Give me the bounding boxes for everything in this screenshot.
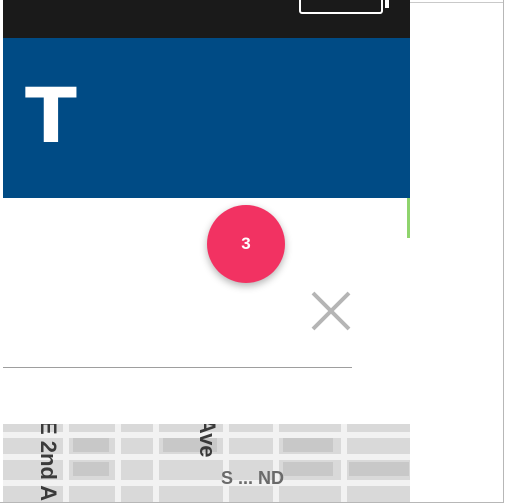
map-view[interactable]: E 2nd A Ave S ... ND [3, 424, 410, 502]
map-block [283, 462, 333, 476]
map-street-label: S ... ND [221, 468, 285, 488]
map-street-label: Ave [195, 424, 220, 458]
map-road [341, 424, 347, 502]
accent-sliver [407, 198, 410, 238]
app-bar-title: T [25, 71, 77, 160]
map-block [73, 438, 109, 452]
status-bar [3, 0, 410, 38]
divider-line [410, 2, 503, 3]
map-street-label: E 2nd A [36, 424, 61, 502]
map-road [63, 424, 69, 502]
map-block [73, 462, 109, 476]
close-icon [311, 291, 351, 331]
close-button[interactable] [307, 287, 355, 335]
app-bar: T [3, 38, 410, 198]
map-road [223, 424, 229, 502]
count-badge[interactable]: 3 [207, 205, 285, 283]
map-road [115, 424, 121, 502]
screenshot-frame: T E 2nd A Ave S ... ND 3 [0, 0, 504, 503]
map-road [153, 424, 159, 502]
map-block [349, 462, 409, 476]
phone-screen: T E 2nd A Ave S ... ND [3, 0, 410, 502]
input-underline [3, 367, 352, 368]
battery-icon [299, 0, 389, 14]
right-panel [410, 0, 503, 502]
map-block [283, 438, 333, 452]
map-road [273, 424, 279, 502]
